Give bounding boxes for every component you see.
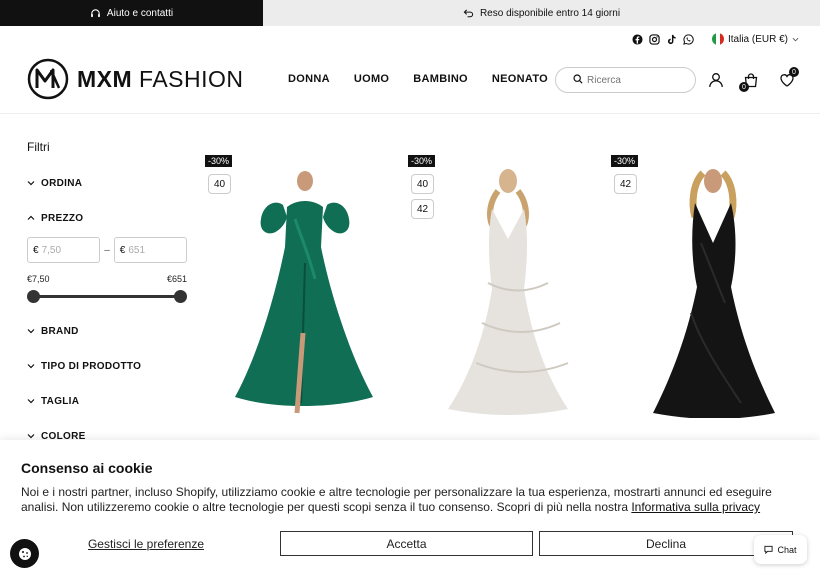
privacy-policy-link[interactable]: Informativa sulla privacy xyxy=(631,500,760,514)
facet-brand-label: BRAND xyxy=(41,325,79,337)
cart-count-badge: 0 xyxy=(739,82,749,92)
discount-badge: -30% xyxy=(611,155,639,167)
cookie-consent-banner: Consenso ai cookie Noi e i nostri partne… xyxy=(0,440,820,577)
search-input[interactable] xyxy=(587,74,687,86)
slider-max-handle[interactable] xyxy=(174,290,187,303)
discount-badge: -30% xyxy=(408,155,436,167)
search-icon xyxy=(573,71,583,89)
chevron-down-icon xyxy=(27,181,35,186)
product-image[interactable] xyxy=(428,163,588,418)
search-box[interactable] xyxy=(555,67,696,93)
locale-label: Italia (EUR €) xyxy=(728,33,789,45)
nav-item-bambino[interactable]: BAMBINO xyxy=(413,73,468,85)
size-option[interactable]: 42 xyxy=(614,174,637,194)
facet-price-label: PREZZO xyxy=(41,212,84,224)
accept-button[interactable]: Accetta xyxy=(280,531,533,556)
price-range-max-label: €651 xyxy=(166,274,187,284)
price-range-min-label: €7,50 xyxy=(27,274,50,284)
chevron-down-icon xyxy=(27,434,35,439)
size-option[interactable]: 42 xyxy=(411,199,434,219)
nav-item-neonato[interactable]: NEONATO xyxy=(492,73,548,85)
cookie-actions: Gestisci le preferenze Accetta Declina xyxy=(20,531,794,556)
price-range-slider[interactable] xyxy=(27,290,187,304)
size-option[interactable]: 40 xyxy=(411,174,434,194)
cookie-settings-button[interactable] xyxy=(10,539,39,568)
filters-sidebar: Filtri ORDINA PREZZO € – € €7,50 €651 xyxy=(27,140,187,443)
site-header: Italia (EUR €) MXM FASHION DONNA UOMO BA… xyxy=(0,26,820,114)
facet-price[interactable]: PREZZO xyxy=(27,211,187,225)
brand-light: FASHION xyxy=(132,65,244,92)
facet-brand[interactable]: BRAND xyxy=(27,324,187,338)
help-contact-link[interactable]: Aiuto e contatti xyxy=(0,0,263,26)
chevron-down-icon xyxy=(27,364,35,369)
facet-size-label: TAGLIA xyxy=(41,395,80,407)
product-card[interactable]: -30% 42 xyxy=(611,153,801,418)
announcement-bar: Aiuto e contatti Reso disponibile entro … xyxy=(0,0,820,26)
filters-title: Filtri xyxy=(27,140,50,154)
cart-button[interactable]: 0 xyxy=(739,70,761,92)
chat-label: Chat xyxy=(777,544,797,555)
account-button[interactable] xyxy=(706,70,726,90)
headset-icon xyxy=(90,8,101,19)
slider-min-handle[interactable] xyxy=(27,290,40,303)
chevron-down-icon xyxy=(27,329,35,334)
locale-selector[interactable]: Italia (EUR €) xyxy=(712,33,799,45)
tiktok-icon[interactable] xyxy=(666,34,677,45)
help-label: Aiuto e contatti xyxy=(106,7,174,19)
currency-symbol: € xyxy=(33,244,39,256)
price-separator: – xyxy=(104,244,110,256)
mxm-logo-icon xyxy=(27,58,69,100)
chevron-up-icon xyxy=(27,215,35,220)
facet-size[interactable]: TAGLIA xyxy=(27,394,187,408)
facet-product-type[interactable]: TIPO DI PRODOTTO xyxy=(27,359,187,373)
size-option[interactable]: 40 xyxy=(208,174,231,194)
brand-bold: MXM xyxy=(77,65,133,92)
price-max-field[interactable]: € xyxy=(113,237,187,263)
return-arrow-icon xyxy=(463,8,474,19)
chat-button[interactable]: Chat xyxy=(754,535,807,564)
price-filter: € – € €7,50 €651 xyxy=(27,237,187,304)
price-max-input[interactable] xyxy=(128,244,179,256)
brand-name: MXM FASHION xyxy=(77,66,244,93)
user-icon xyxy=(709,73,723,88)
main-nav: DONNA UOMO BAMBINO NEONATO xyxy=(288,73,548,85)
cookie-icon xyxy=(18,547,31,560)
product-image[interactable] xyxy=(631,163,791,418)
whatsapp-icon[interactable] xyxy=(683,34,694,45)
product-card[interactable]: -30% 40 42 xyxy=(408,153,598,418)
facebook-icon[interactable] xyxy=(632,34,643,45)
price-min-input[interactable] xyxy=(41,244,92,256)
social-links xyxy=(632,34,694,45)
product-image[interactable] xyxy=(225,163,385,418)
facet-sort-label: ORDINA xyxy=(41,177,83,189)
chevron-down-icon xyxy=(792,34,799,45)
italy-flag-icon xyxy=(712,33,724,45)
nav-item-uomo[interactable]: UOMO xyxy=(354,73,389,85)
wishlist-button[interactable]: 0 xyxy=(777,67,799,90)
product-card[interactable]: -30% 40 xyxy=(205,153,395,418)
currency-symbol: € xyxy=(119,244,126,256)
facet-product-type-label: TIPO DI PRODOTTO xyxy=(41,360,142,372)
manage-preferences-button[interactable]: Gestisci le preferenze xyxy=(20,531,272,556)
site-logo[interactable]: MXM FASHION xyxy=(27,58,244,100)
instagram-icon[interactable] xyxy=(649,34,660,45)
cookie-title: Consenso ai cookie xyxy=(21,460,153,476)
chevron-down-icon xyxy=(27,399,35,404)
price-min-field[interactable]: € xyxy=(27,237,101,263)
returns-label: Reso disponibile entro 14 giorni xyxy=(479,7,621,19)
wishlist-count-badge: 0 xyxy=(789,67,799,77)
chat-bubble-icon xyxy=(764,545,774,554)
slider-track xyxy=(33,295,181,298)
discount-badge: -30% xyxy=(205,155,233,167)
nav-item-donna[interactable]: DONNA xyxy=(288,73,330,85)
cookie-text: Noi e i nostri partner, incluso Shopify,… xyxy=(21,485,801,515)
returns-message: Reso disponibile entro 14 giorni xyxy=(263,0,820,26)
facet-sort[interactable]: ORDINA xyxy=(27,176,187,190)
